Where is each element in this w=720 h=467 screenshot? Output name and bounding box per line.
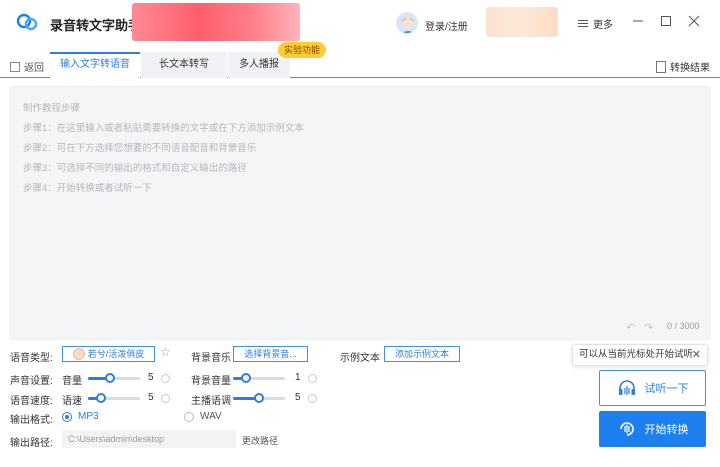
avatar[interactable] — [396, 12, 418, 34]
change-path-link[interactable]: 更改路径 — [242, 434, 278, 447]
volume-reset-icon[interactable] — [161, 374, 170, 383]
more-menu[interactable]: 更多 — [578, 16, 613, 31]
preview-listen-label: 试听一下 — [644, 383, 689, 395]
more-label: 更多 — [593, 20, 613, 31]
app-logo-icon — [16, 13, 38, 31]
menu-icon — [578, 18, 588, 29]
tutorial-title: 制作教程步骤 — [23, 103, 81, 114]
bg-volume-slider-handle[interactable] — [241, 373, 251, 383]
preview-listen-button[interactable]: 试听一下 — [599, 370, 706, 406]
conversion-results-button[interactable]: 转换结果 — [656, 59, 710, 74]
speed-label: 语速 — [62, 396, 82, 407]
select-bg-music-button[interactable]: 选择背景音... — [233, 346, 308, 362]
output-path-label: 输出路径: — [10, 438, 53, 449]
voice-name: 若兮/活泼俏皮 — [87, 349, 145, 359]
start-conversion-button[interactable]: 开始转换 — [599, 411, 706, 447]
tutorial-steps: 制作教程步骤 步骤1：在这里输入或者粘贴需要转换的文字或在下方添加示例文本 步骤… — [23, 99, 304, 199]
favorite-star-icon[interactable]: ☆ — [160, 345, 171, 359]
bg-volume-value: 1 — [295, 372, 301, 383]
speed-reset-icon[interactable] — [161, 394, 170, 403]
login-link[interactable]: 登录/注册 — [425, 18, 468, 33]
text-input-area[interactable]: 制作教程步骤 步骤1：在这里输入或者粘贴需要转换的文字或在下方添加示例文本 步骤… — [10, 86, 710, 340]
add-example-text-button[interactable]: 添加示例文本 — [384, 346, 460, 362]
undo-icon[interactable]: ↶ — [626, 321, 635, 334]
back-label: 返回 — [24, 63, 44, 74]
back-icon — [10, 61, 20, 72]
convert-audio-icon — [619, 422, 634, 436]
format-mp3-radio[interactable] — [62, 412, 72, 422]
bg-volume-slider[interactable] — [233, 373, 285, 383]
pitch-slider-handle[interactable] — [254, 393, 264, 403]
bg-volume-label: 背景音量 — [191, 376, 231, 387]
headphones-icon — [618, 380, 635, 395]
experimental-badge: 实验功能 — [278, 42, 327, 58]
bg-music-label: 背景音乐 — [191, 353, 231, 364]
tab-text-to-speech[interactable]: 输入文字转语音 — [50, 52, 140, 78]
promo-banner[interactable] — [132, 3, 300, 41]
document-icon — [656, 60, 666, 73]
format-mp3-label[interactable]: MP3 — [78, 411, 99, 422]
speech-speed-label: 语音速度: — [10, 396, 53, 407]
pitch-value: 5 — [295, 392, 301, 403]
back-button[interactable]: 返回 — [10, 59, 44, 74]
volume-slider-handle[interactable] — [105, 373, 115, 383]
tab-bar: 返回 输入文字转语音 长文本转写 多人播报 — [0, 52, 720, 78]
pitch-label: 主播语调 — [191, 396, 231, 407]
character-count: 0 / 3000 — [667, 321, 700, 331]
app-title: 录音转文字助手 — [50, 18, 142, 33]
volume-value: 5 — [148, 372, 154, 383]
example-text-label: 示例文本 — [340, 353, 380, 364]
voice-type-label: 语音类型: — [10, 353, 53, 364]
close-icon[interactable] — [687, 14, 701, 28]
speed-slider-handle[interactable] — [96, 393, 106, 403]
speed-slider[interactable] — [88, 393, 140, 403]
tutorial-step-1: 步骤1：在这里输入或者粘贴需要转换的文字或在下方添加示例文本 — [23, 123, 304, 134]
start-conversion-label: 开始转换 — [644, 424, 689, 436]
format-wav-radio[interactable] — [184, 412, 194, 422]
tutorial-step-2: 步骤2：可在下方选择您想要的不同语音配音和背景音乐 — [23, 143, 257, 154]
pitch-reset-icon[interactable] — [308, 394, 317, 403]
minimize-icon[interactable] — [631, 14, 645, 28]
output-format-label: 输出格式: — [10, 415, 53, 426]
tutorial-step-3: 步骤3：可选择不同的输出的格式和自定义输出的路径 — [23, 163, 247, 174]
voice-select-button[interactable]: 若兮/活泼俏皮 — [62, 346, 155, 362]
tab-long-text[interactable]: 长文本转写 — [141, 52, 227, 78]
tooltip-close-icon[interactable]: ✕ — [692, 345, 701, 365]
listen-tooltip: 可以从当前光标处开始试听 ✕ — [572, 344, 708, 366]
title-bar: 录音转文字助手 登录/注册 更多 — [0, 0, 720, 44]
output-path-field[interactable]: C:\Users\admin\desktop — [62, 430, 236, 448]
bg-volume-reset-icon[interactable] — [308, 374, 317, 383]
sound-settings-label: 声音设置: — [10, 376, 53, 387]
conversion-results-label: 转换结果 — [670, 63, 710, 74]
format-wav-label[interactable]: WAV — [200, 411, 222, 422]
voice-avatar-icon — [72, 348, 85, 360]
volume-slider[interactable] — [88, 373, 140, 383]
speed-value: 5 — [148, 392, 154, 403]
tutorial-step-4: 步骤4：开始转换或者试听一下 — [23, 183, 152, 194]
pitch-slider[interactable] — [233, 393, 285, 403]
maximize-icon[interactable] — [659, 14, 673, 28]
promo-decoration — [486, 7, 558, 37]
tooltip-text: 可以从当前光标处开始试听 — [579, 349, 694, 360]
redo-icon[interactable]: ↷ — [644, 321, 653, 334]
volume-label: 音量 — [62, 376, 82, 387]
